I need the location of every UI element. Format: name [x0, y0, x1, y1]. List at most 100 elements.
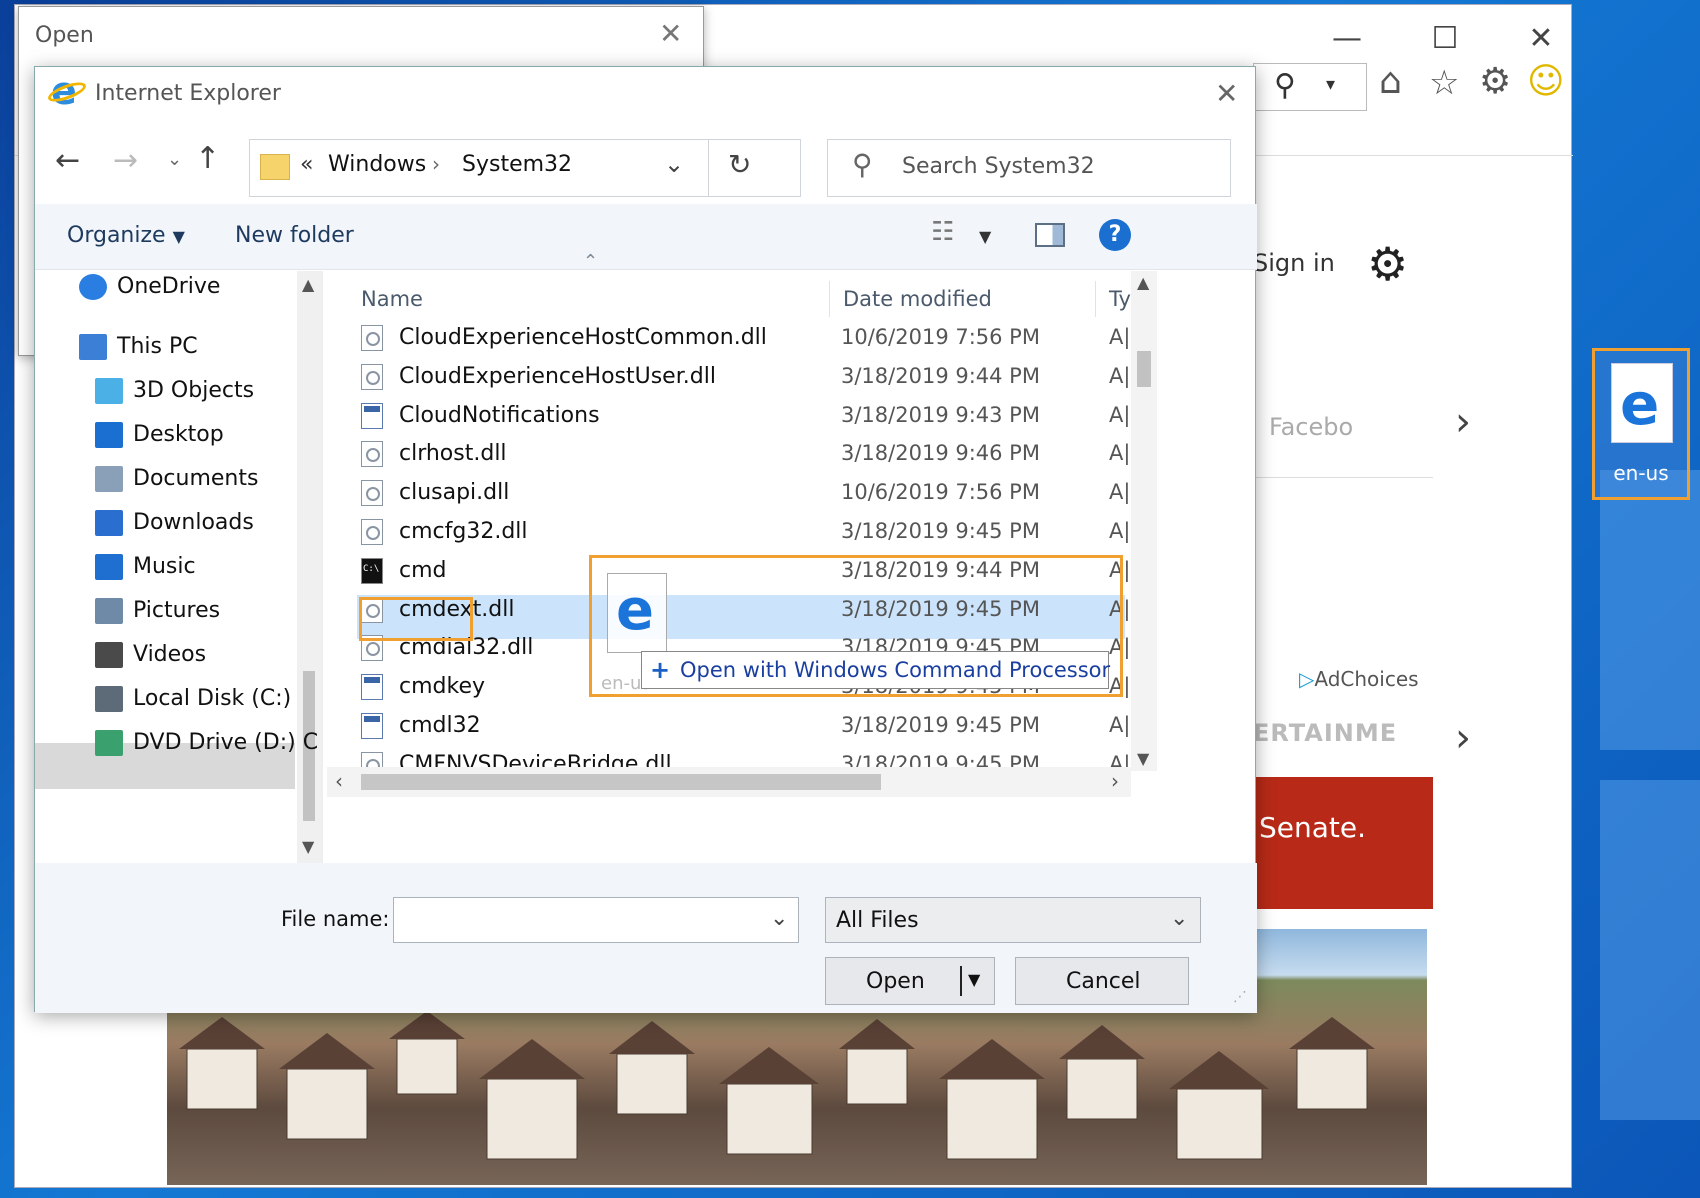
scroll-left-icon[interactable]: ‹ [335, 769, 343, 793]
nav-item-label: Music [133, 554, 196, 579]
file-name: clusapi.dll [399, 480, 510, 506]
drag-action-text: Open with Windows Command Processor [680, 658, 1111, 682]
windows-logo-pane [1600, 780, 1700, 1120]
chevron-right-icon[interactable]: › [1455, 399, 1471, 445]
forward-arrow-icon[interactable]: → [113, 143, 138, 178]
scroll-thumb[interactable] [361, 774, 881, 790]
app-icon [361, 402, 383, 429]
search-placeholder: Search System32 [902, 154, 1095, 179]
chevron-down-icon[interactable]: ⌄ [770, 906, 788, 931]
file-open-dialog: e Internet Explorer ✕ ← → ⌄ ↑ « Windows … [34, 66, 1257, 1013]
page-settings-gear-icon[interactable]: ⚙ [1367, 237, 1408, 291]
desktop-icon [95, 422, 123, 448]
command-toolbar [35, 204, 1257, 270]
chevron-down-icon[interactable]: ⌄ [1170, 906, 1188, 931]
senate-news-banner[interactable]: Senate. [1253, 777, 1433, 909]
scroll-thumb[interactable] [1137, 351, 1151, 387]
open-dropdown-chevron-icon[interactable]: ▼ [968, 970, 980, 989]
file-type: A| [1109, 402, 1131, 427]
settings-gear-icon[interactable]: ⚙ [1479, 61, 1511, 102]
scroll-down-icon[interactable]: ▼ [1137, 749, 1149, 768]
drive-icon [95, 686, 123, 712]
nav-scrollbar[interactable]: ▲ ▼ [297, 271, 321, 863]
column-header-name[interactable]: Name [361, 287, 423, 311]
edge-file-icon: e [1611, 363, 1673, 443]
maximize-button[interactable]: ☐ [1425, 19, 1465, 59]
file-list-horizontal-scrollbar[interactable]: ‹ › [327, 767, 1131, 797]
scroll-right-icon[interactable]: › [1111, 769, 1119, 793]
column-header-type[interactable]: Ty [1109, 287, 1131, 311]
breadcrumb-system32[interactable]: System32 [462, 152, 572, 177]
column-divider[interactable] [829, 281, 830, 317]
cloud-icon [79, 274, 107, 300]
breadcrumb-separator-icon[interactable]: › [432, 152, 440, 176]
nav-item-label: This PC [117, 334, 198, 359]
breadcrumb-overflow[interactable]: « [300, 152, 313, 177]
file-row[interactable]: CloudNotifications 3/18/2019 9:43 PM A| [347, 395, 1211, 437]
drag-ghost-file-icon: e [607, 573, 667, 653]
desktop-icon-en-us[interactable]: e en-us [1592, 348, 1690, 500]
file-row[interactable]: cmdl32 3/18/2019 9:45 PM A| [347, 705, 1211, 747]
new-folder-button[interactable]: New folder [235, 223, 354, 248]
file-name-combo[interactable]: ⌄ [393, 897, 799, 943]
divider [1253, 477, 1433, 478]
adchoices-link[interactable]: ▷AdChoices [1299, 667, 1419, 691]
feedback-smiley-icon[interactable]: ☺ [1527, 61, 1565, 102]
file-date: 10/6/2019 7:56 PM [841, 325, 1040, 349]
scroll-down-icon[interactable]: ▼ [302, 837, 314, 856]
file-row[interactable]: clrhost.dll 3/18/2019 9:46 PM A| [347, 433, 1211, 475]
ie-search-button[interactable]: ⚲ ▾ [1253, 63, 1367, 111]
cancel-button[interactable]: Cancel [1015, 957, 1189, 1005]
scroll-up-icon[interactable]: ▲ [1137, 273, 1149, 292]
open-split-button[interactable]: Open ▼ [825, 957, 995, 1005]
view-dropdown-chevron-icon[interactable]: ▼ [979, 227, 991, 246]
column-divider[interactable] [1095, 281, 1096, 317]
file-row[interactable]: clusapi.dll 10/6/2019 7:56 PM A| [347, 472, 1211, 514]
close-button[interactable]: ✕ [1521, 19, 1561, 59]
file-type: A| [1109, 441, 1131, 466]
facebook-tile-text[interactable]: Facebo [1269, 413, 1353, 441]
dll-icon [361, 441, 383, 468]
close-icon[interactable]: ✕ [1215, 77, 1238, 110]
file-type-select[interactable]: All Files ⌄ [825, 897, 1201, 943]
home-icon[interactable]: ⌂ [1379, 61, 1402, 102]
download-icon [95, 510, 123, 536]
open-button-label: Open [866, 969, 925, 994]
split-divider [960, 966, 962, 996]
file-name: cmdkey [399, 674, 486, 700]
up-arrow-icon[interactable]: ↑ [195, 141, 220, 176]
view-options-icon[interactable]: ☷ [931, 217, 954, 247]
file-date: 3/18/2019 9:45 PM [841, 713, 1040, 737]
chevron-down-icon: ▼ [172, 227, 185, 246]
dll-icon [361, 480, 383, 507]
file-type: A| [1109, 519, 1131, 543]
cube-icon [95, 378, 123, 404]
favorites-star-icon[interactable]: ☆ [1429, 63, 1459, 103]
nav-item-label: Pictures [133, 598, 221, 623]
breadcrumb-windows[interactable]: Windows [328, 152, 426, 177]
preview-pane-icon[interactable] [1035, 223, 1065, 247]
search-box[interactable]: ⚲ Search System32 [827, 139, 1231, 197]
file-row[interactable]: cmcfg32.dll 3/18/2019 9:45 PM A| [347, 511, 1211, 553]
search-icon: ⚲ [1274, 68, 1296, 103]
refresh-icon[interactable]: ↻ [728, 148, 751, 181]
resize-grip-icon[interactable]: ⋰ [1233, 989, 1247, 1005]
organize-button[interactable]: Organize ▼ [67, 223, 185, 248]
recent-locations-chevron-icon[interactable]: ⌄ [167, 149, 182, 170]
file-list-scrollbar[interactable]: ▲ ▼ [1131, 271, 1157, 771]
file-date: 3/18/2019 9:43 PM [841, 402, 1040, 427]
chevron-right-icon[interactable]: › [1455, 715, 1471, 761]
file-name-label: File name: [281, 907, 390, 931]
address-bar[interactable]: « Windows › System32 ⌄ ↻ [249, 139, 801, 197]
back-arrow-icon[interactable]: ← [55, 143, 80, 178]
address-dropdown-chevron-icon[interactable]: ⌄ [664, 150, 684, 178]
scroll-up-icon[interactable]: ▲ [302, 275, 314, 294]
minimize-button[interactable]: — [1327, 19, 1367, 59]
close-icon[interactable]: ✕ [659, 17, 682, 50]
file-row[interactable]: CloudExperienceHostUser.dll 3/18/2019 9:4… [347, 356, 1211, 398]
nav-item-label: Downloads [133, 510, 254, 535]
column-header-date-modified[interactable]: Date modified [843, 287, 992, 311]
file-row[interactable]: CloudExperienceHostCommon.dll 10/6/2019 7… [347, 317, 1211, 359]
help-icon[interactable]: ? [1099, 219, 1131, 251]
sign-in-link[interactable]: Sign in [1253, 249, 1335, 277]
